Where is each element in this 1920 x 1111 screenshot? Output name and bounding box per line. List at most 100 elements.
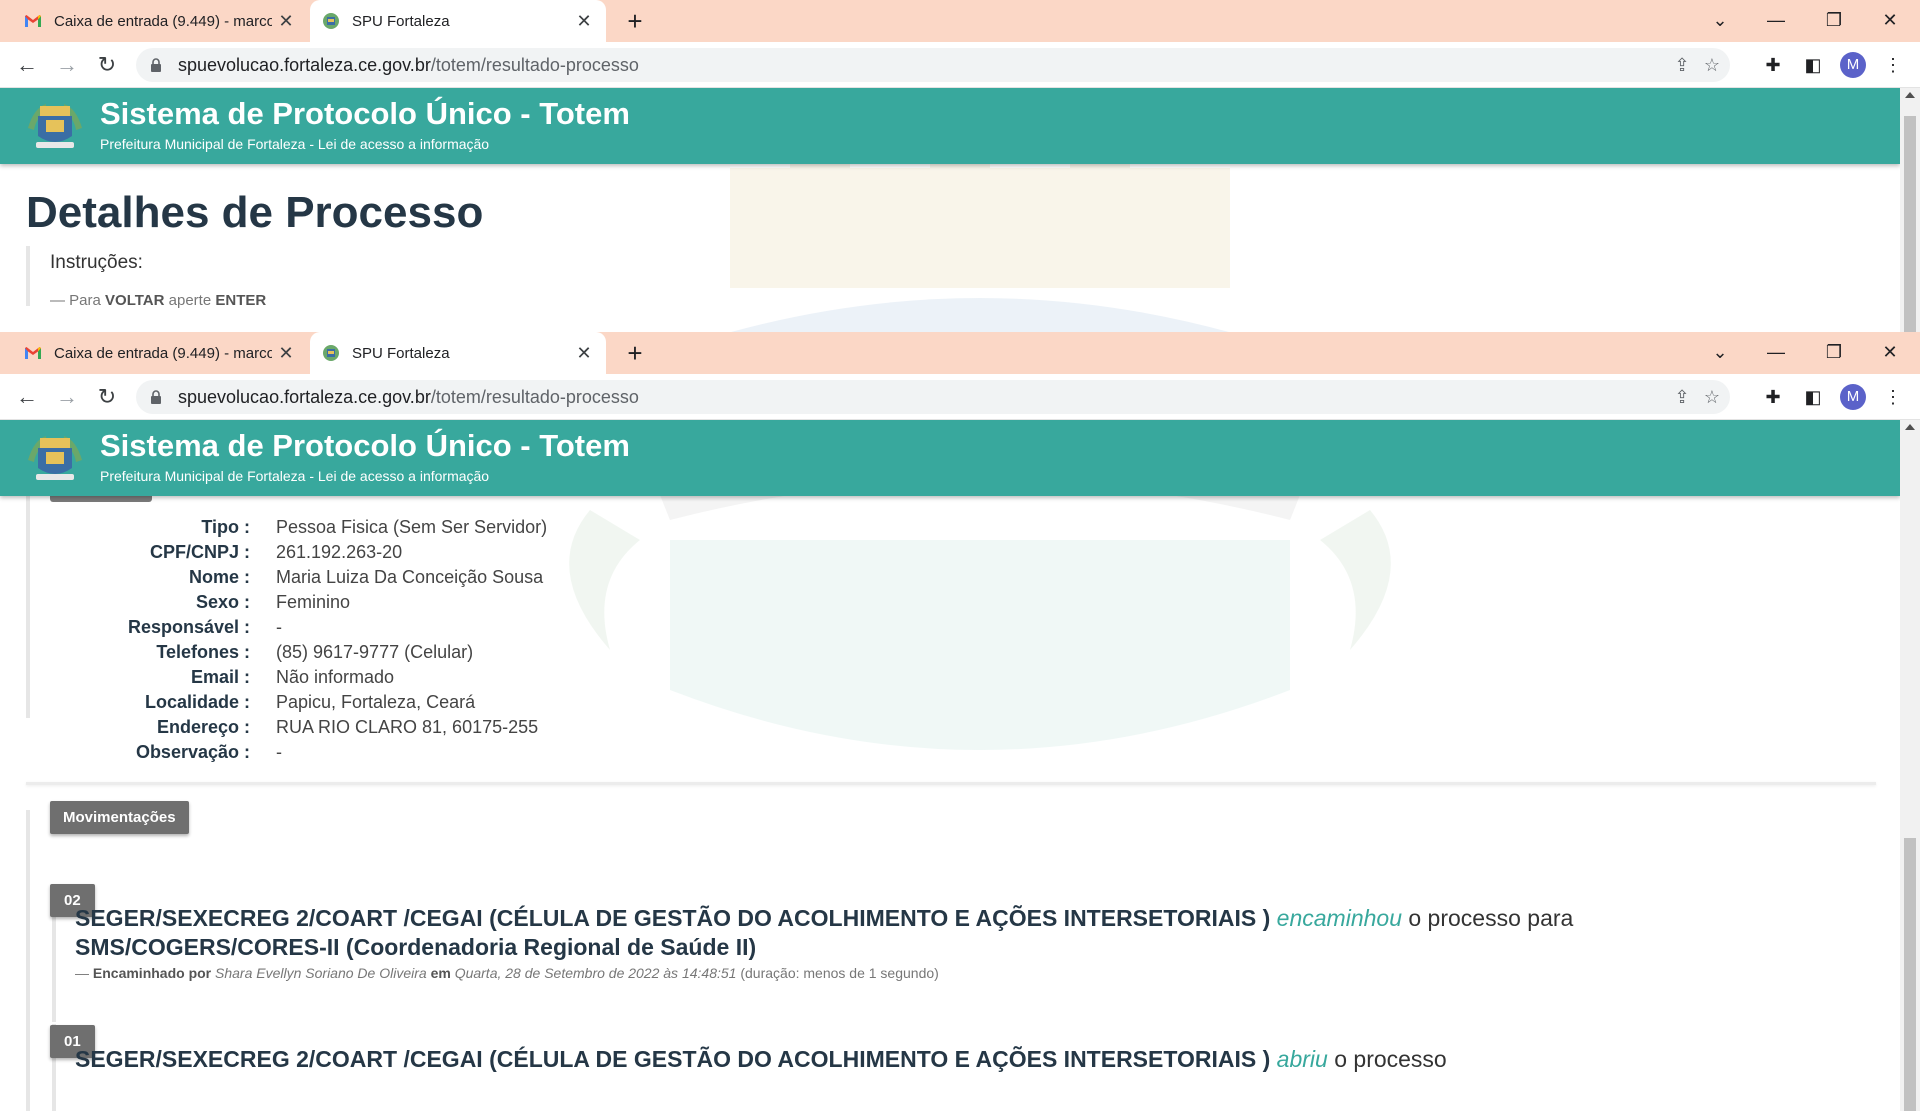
app-subtitle: Prefeitura Municipal de Fortaleza - Lei … bbox=[100, 136, 490, 152]
new-tab-button[interactable]: + bbox=[620, 338, 650, 368]
tab-title: Caixa de entrada (9.449) - marco bbox=[54, 344, 272, 362]
instructions-title: Instruções: bbox=[50, 252, 143, 273]
extensions-icon[interactable]: ✚ bbox=[1760, 384, 1786, 410]
field-row-email: Email : Não informado bbox=[0, 667, 560, 692]
city-crest-icon bbox=[323, 13, 339, 29]
browser-toolbar: ← → ↻ spuevolucao.fortaleza.ce.gov.br/to… bbox=[0, 42, 1920, 88]
city-crest-logo bbox=[28, 104, 82, 148]
field-row-endereco: Endereço : RUA RIO CLARO 81, 60175-255 bbox=[0, 717, 560, 742]
field-value: Pessoa Fisica (Sem Ser Servidor) bbox=[276, 517, 548, 537]
app-title: Sistema de Protocolo Único - Totem bbox=[100, 96, 630, 131]
field-value: 261.192.263-20 bbox=[276, 542, 403, 562]
profile-avatar[interactable]: M bbox=[1840, 384, 1866, 410]
address-bar[interactable]: spuevolucao.fortaleza.ce.gov.br/totem/re… bbox=[136, 380, 1730, 414]
scroll-up-arrow[interactable] bbox=[1905, 92, 1915, 98]
field-value: RUA RIO CLARO 81, 60175-255 bbox=[276, 717, 539, 737]
extensions-icon[interactable]: ✚ bbox=[1760, 52, 1786, 78]
share-icon[interactable]: ⇪ bbox=[1670, 53, 1694, 77]
tab-title: SPU Fortaleza bbox=[352, 344, 450, 362]
section-divider bbox=[26, 782, 1876, 785]
gmail-icon bbox=[25, 347, 41, 359]
minimize-button[interactable]: — bbox=[1748, 332, 1804, 374]
tab-search-icon[interactable]: ⌄ bbox=[1692, 332, 1748, 374]
close-window-button[interactable]: ✕ bbox=[1862, 0, 1918, 42]
close-window-button[interactable]: ✕ bbox=[1862, 332, 1918, 374]
profile-avatar[interactable]: M bbox=[1840, 52, 1866, 78]
menu-kebab-icon[interactable]: ⋮ bbox=[1880, 384, 1906, 410]
close-tab-icon[interactable]: ✕ bbox=[574, 11, 594, 31]
scroll-up-arrow[interactable] bbox=[1905, 424, 1915, 430]
app-subtitle: Prefeitura Municipal de Fortaleza - Lei … bbox=[100, 468, 490, 484]
tab-title: SPU Fortaleza bbox=[352, 12, 450, 30]
field-value: - bbox=[276, 742, 282, 762]
side-panel-icon[interactable]: ◧ bbox=[1800, 52, 1826, 78]
movimentacoes-border bbox=[26, 810, 30, 1111]
field-label: Tipo : bbox=[201, 517, 250, 537]
browser-window-top: Caixa de entrada (9.449) - marco ✕ SPU F… bbox=[0, 0, 1920, 332]
side-panel-icon[interactable]: ◧ bbox=[1800, 384, 1826, 410]
field-value: Não informado bbox=[276, 667, 395, 687]
field-value: - bbox=[276, 617, 282, 637]
browser-toolbar: ← → ↻ spuevolucao.fortaleza.ce.gov.br/to… bbox=[0, 374, 1920, 420]
app-title: Sistema de Protocolo Único - Totem bbox=[100, 428, 630, 463]
movement-description: SEGER/SEXECREG 2/COART /CEGAI (CÉLULA DE… bbox=[75, 1046, 1447, 1072]
instructions-border bbox=[26, 246, 32, 306]
field-label: Nome : bbox=[188, 567, 250, 587]
movement-description: SEGER/SEXECREG 2/COART /CEGAI (CÉLULA DE… bbox=[75, 905, 1574, 960]
bookmark-star-icon[interactable]: ☆ bbox=[1700, 385, 1724, 409]
field-row-nome: Nome : Maria Luiza Da Conceição Sousa bbox=[0, 567, 560, 592]
tab-search-icon[interactable]: ⌄ bbox=[1692, 0, 1748, 42]
share-icon[interactable]: ⇪ bbox=[1670, 385, 1694, 409]
restore-button[interactable]: ❐ bbox=[1806, 332, 1862, 374]
close-tab-icon[interactable]: ✕ bbox=[276, 343, 296, 363]
bookmark-star-icon[interactable]: ☆ bbox=[1700, 53, 1724, 77]
reload-button[interactable]: ↻ bbox=[91, 381, 123, 413]
new-tab-button[interactable]: + bbox=[620, 6, 650, 36]
back-button[interactable]: ← bbox=[11, 381, 43, 413]
page-scrollbar[interactable] bbox=[1900, 420, 1920, 1111]
tab-spu[interactable]: SPU Fortaleza ✕ bbox=[310, 332, 606, 374]
field-value: Feminino bbox=[276, 592, 351, 612]
tab-gmail[interactable]: Caixa de entrada (9.449) - marco ✕ bbox=[12, 0, 308, 42]
url-text: spuevolucao.fortaleza.ce.gov.br/totem/re… bbox=[178, 387, 639, 407]
close-tab-icon[interactable]: ✕ bbox=[574, 343, 594, 363]
field-label: Email : bbox=[190, 667, 250, 687]
forward-button[interactable]: → bbox=[51, 49, 83, 81]
field-label: Sexo : bbox=[195, 592, 250, 612]
back-button[interactable]: ← bbox=[11, 49, 43, 81]
scroll-thumb[interactable] bbox=[1904, 838, 1916, 1111]
field-row-telefones: Telefones : (85) 9617-9777 (Celular) bbox=[0, 642, 560, 667]
lock-icon bbox=[151, 58, 161, 72]
address-bar[interactable]: spuevolucao.fortaleza.ce.gov.br/totem/re… bbox=[136, 48, 1730, 82]
tab-gmail[interactable]: Caixa de entrada (9.449) - marco ✕ bbox=[12, 332, 308, 374]
tab-spu[interactable]: SPU Fortaleza ✕ bbox=[310, 0, 606, 42]
app-header: Sistema de Protocolo Único - Totem Prefe… bbox=[0, 88, 1900, 164]
field-row-sexo: Sexo : Feminino bbox=[0, 592, 560, 617]
tab-title: Caixa de entrada (9.449) - marco bbox=[54, 12, 272, 30]
movimentacoes-tag: Movimentações bbox=[50, 801, 189, 834]
field-row-observacao: Observação : - bbox=[0, 742, 560, 767]
forward-button[interactable]: → bbox=[51, 381, 83, 413]
field-row-responsavel: Responsável : - bbox=[0, 617, 560, 642]
page-viewport: Sistema de Protocolo Único - Totem Prefe… bbox=[0, 88, 1920, 332]
field-value: (85) 9617-9777 (Celular) bbox=[276, 642, 474, 662]
app-header: Sistema de Protocolo Único - Totem Prefe… bbox=[0, 420, 1900, 496]
field-row-localidade: Localidade : Papicu, Fortaleza, Ceará bbox=[0, 692, 560, 717]
browser-window-bottom: Caixa de entrada (9.449) - marco ✕ SPU F… bbox=[0, 332, 1920, 1111]
page-viewport: Tipo : Pessoa Fisica (Sem Ser Servidor) C… bbox=[0, 420, 1920, 1111]
field-label: Endereço : bbox=[156, 717, 250, 737]
city-crest-watermark bbox=[569, 425, 1391, 750]
city-crest-logo bbox=[28, 436, 82, 480]
minimize-button[interactable]: — bbox=[1748, 0, 1804, 42]
field-label: Telefones : bbox=[156, 642, 250, 662]
city-crest-icon bbox=[323, 345, 339, 361]
reload-button[interactable]: ↻ bbox=[91, 49, 123, 81]
page-scrollbar[interactable] bbox=[1900, 88, 1920, 332]
url-text: spuevolucao.fortaleza.ce.gov.br/totem/re… bbox=[178, 55, 639, 75]
menu-kebab-icon[interactable]: ⋮ bbox=[1880, 52, 1906, 78]
scroll-thumb[interactable] bbox=[1904, 116, 1916, 332]
close-tab-icon[interactable]: ✕ bbox=[276, 11, 296, 31]
field-label: CPF/CNPJ : bbox=[149, 542, 250, 562]
tab-strip: Caixa de entrada (9.449) - marco ✕ SPU F… bbox=[0, 332, 1920, 374]
restore-button[interactable]: ❐ bbox=[1806, 0, 1862, 42]
